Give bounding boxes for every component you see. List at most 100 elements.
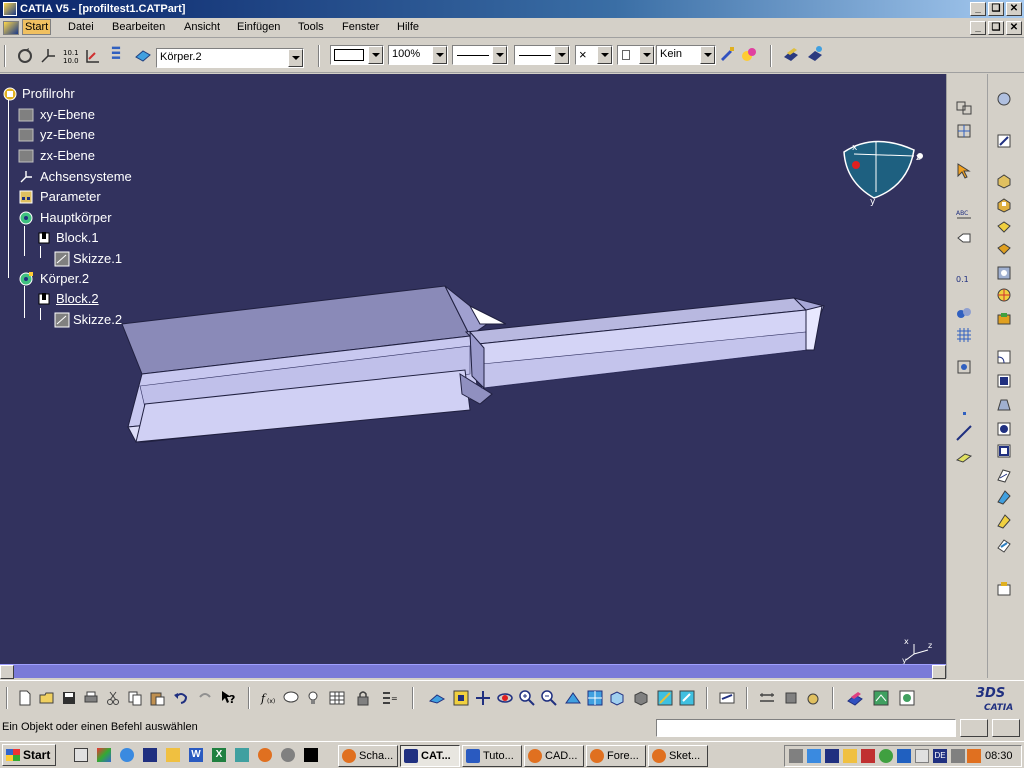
pocket-tool-icon[interactable] — [995, 196, 1013, 214]
chevron-down-icon[interactable] — [554, 46, 569, 64]
normal-view-icon[interactable] — [564, 689, 582, 707]
axis-system-icon[interactable] — [39, 47, 57, 65]
hide-show-icon[interactable] — [656, 689, 674, 707]
hand-icon[interactable] — [967, 749, 981, 763]
fly-mode-icon[interactable] — [428, 689, 446, 707]
power-input-field[interactable] — [656, 719, 956, 737]
zoom-in-icon[interactable] — [518, 689, 536, 707]
paste-icon[interactable] — [148, 689, 166, 707]
quick-launch-folder-icon[interactable] — [166, 748, 180, 762]
quick-launch-ftp-icon[interactable] — [235, 748, 249, 762]
render-style-select[interactable] — [617, 45, 655, 65]
quick-launch-ie-icon[interactable] — [120, 748, 134, 762]
bulb-icon[interactable] — [304, 689, 322, 707]
document-icon[interactable] — [3, 21, 19, 35]
chevron-down-icon[interactable] — [368, 46, 383, 64]
measure-icon[interactable]: 0.1 — [955, 270, 973, 288]
tree-node-block-2[interactable]: Block.2 — [56, 291, 99, 306]
cut-part-icon[interactable] — [718, 689, 736, 707]
copy-icon[interactable] — [126, 689, 144, 707]
clipboard-icon[interactable] — [915, 749, 929, 763]
mouse-icon[interactable] — [951, 749, 965, 763]
line-icon[interactable] — [955, 424, 973, 442]
edge-fillet-icon[interactable] — [995, 348, 1013, 366]
plane-tool-icon[interactable] — [955, 448, 973, 466]
parameter-icon[interactable]: 10.110.0 — [62, 47, 80, 65]
menu-hilfe[interactable]: Hilfe — [397, 21, 419, 33]
chevron-down-icon[interactable] — [288, 49, 303, 67]
pad-tool-icon[interactable] — [995, 172, 1013, 190]
profile-tube-small[interactable] — [464, 297, 825, 390]
thread-icon[interactable] — [995, 466, 1013, 484]
body-select[interactable]: Körper.2 — [156, 48, 304, 68]
formula-icon[interactable]: f (x) — [260, 689, 278, 707]
help-icon[interactable]: ? — [220, 689, 238, 707]
swap-space-icon[interactable] — [678, 689, 696, 707]
measure-between-icon[interactable] — [758, 689, 776, 707]
close-button[interactable]: ✕ — [1006, 2, 1022, 16]
quick-launch-desktop-icon[interactable] — [74, 748, 88, 762]
tree-node-parameter[interactable]: Parameter — [40, 189, 101, 204]
pad-icon[interactable] — [36, 230, 52, 246]
media-player-icon[interactable] — [825, 749, 839, 763]
graphic-properties-icon[interactable] — [740, 45, 758, 63]
chevron-down-icon[interactable] — [492, 46, 507, 64]
multi-view-icon[interactable] — [586, 689, 604, 707]
doc-close-button[interactable]: ✕ — [1006, 21, 1022, 35]
sketch-icon[interactable] — [54, 251, 70, 267]
tree-node-skizze-1[interactable]: Skizze.1 — [73, 251, 122, 266]
menu-ansicht[interactable]: Ansicht — [184, 21, 220, 33]
start-button[interactable]: Start — [2, 744, 56, 766]
shell-icon[interactable] — [995, 420, 1013, 438]
security-icon[interactable] — [843, 749, 857, 763]
quick-launch-media-icon[interactable] — [97, 748, 111, 762]
new-icon[interactable] — [16, 689, 34, 707]
scroll-left-button[interactable] — [0, 665, 14, 679]
quick-launch-firefox-icon[interactable] — [258, 748, 272, 762]
snap-icon[interactable] — [955, 358, 973, 376]
line-type-select[interactable] — [514, 45, 570, 65]
quick-launch-spy-icon[interactable] — [281, 748, 295, 762]
quick-launch-catia-icon[interactable] — [143, 748, 157, 762]
minimize-button[interactable]: _ — [970, 2, 986, 16]
tree-node-xy-plane[interactable]: xy-Ebene — [40, 107, 95, 122]
render-icon[interactable] — [898, 689, 916, 707]
groove-tool-icon[interactable] — [995, 240, 1013, 258]
formula-icon[interactable] — [84, 47, 102, 65]
horizontal-scrollbar[interactable] — [0, 664, 946, 679]
geometry-canvas[interactable] — [0, 74, 946, 664]
menu-bearbeiten[interactable]: Bearbeiten — [112, 21, 165, 33]
chamfer-icon[interactable] — [995, 372, 1013, 390]
task-sketch[interactable]: Sket... — [648, 745, 708, 767]
cut-icon[interactable] — [104, 689, 122, 707]
close-surface-icon[interactable] — [995, 536, 1013, 554]
menu-einfuegen[interactable]: Einfügen — [237, 21, 280, 33]
catia-app-icon[interactable] — [3, 2, 17, 16]
part-icon[interactable] — [2, 86, 18, 102]
quick-launch-cmd-icon[interactable] — [304, 748, 318, 762]
thick-surface-icon[interactable] — [995, 512, 1013, 530]
shading-icon[interactable] — [632, 689, 650, 707]
tree-node-hauptkoerper[interactable]: Hauptkörper — [40, 210, 112, 225]
tree-node-axis-systems[interactable]: Achsensysteme — [40, 169, 132, 184]
profile-tube-large[interactable] — [121, 285, 507, 443]
shaft-tool-icon[interactable] — [995, 218, 1013, 236]
transparency-select[interactable]: 100% — [388, 45, 448, 65]
menu-tools[interactable]: Tools — [298, 21, 324, 33]
measure-inertia-icon[interactable] — [804, 689, 822, 707]
map-icon[interactable] — [872, 689, 890, 707]
save-icon[interactable] — [60, 689, 78, 707]
split-icon[interactable] — [995, 488, 1013, 506]
draft-icon[interactable] — [995, 396, 1013, 414]
lock-icon[interactable] — [354, 689, 372, 707]
menu-start[interactable]: Start — [22, 19, 52, 35]
fill-color-select[interactable] — [330, 45, 384, 65]
menu-datei[interactable]: Datei — [68, 21, 94, 33]
table-icon[interactable] — [328, 689, 346, 707]
grid-icon[interactable] — [955, 326, 973, 344]
chevron-down-icon[interactable] — [597, 46, 612, 64]
tree-node-skizze-2[interactable]: Skizze.2 — [73, 312, 122, 327]
mirror-icon[interactable] — [995, 580, 1013, 598]
rib-tool-icon[interactable] — [995, 286, 1013, 304]
sketcher-icon[interactable] — [995, 132, 1013, 150]
